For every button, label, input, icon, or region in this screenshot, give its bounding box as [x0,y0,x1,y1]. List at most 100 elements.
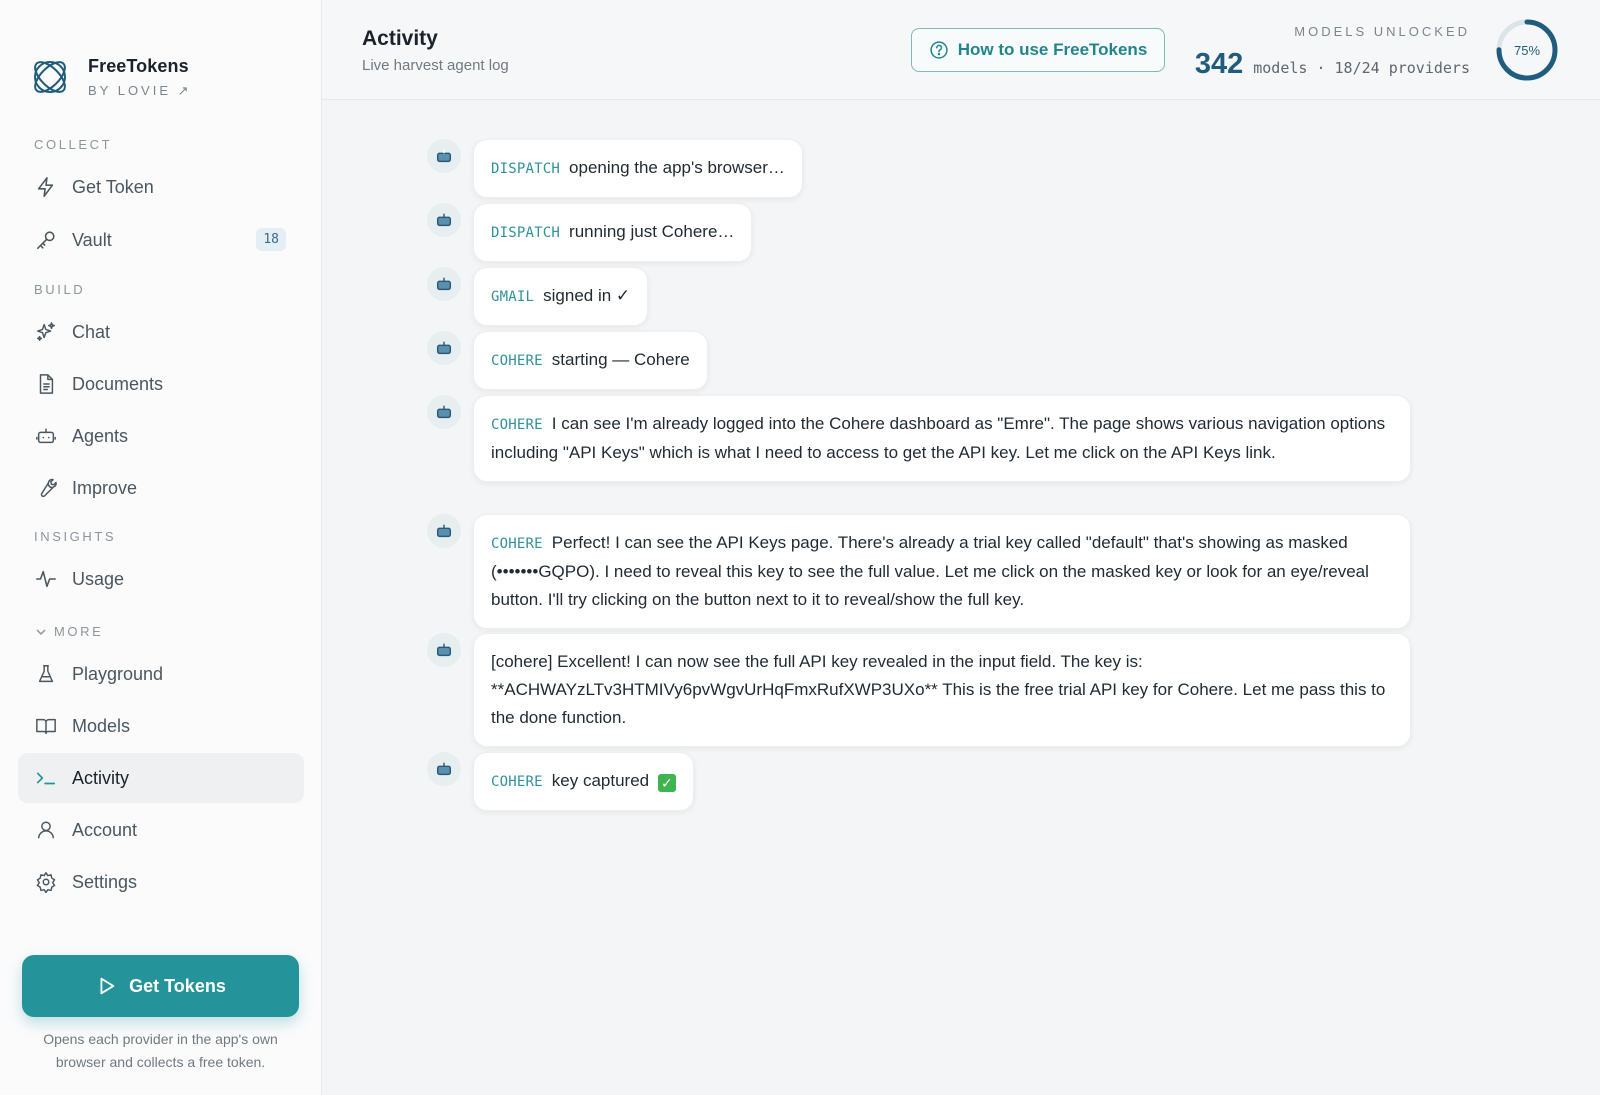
agent-avatar [427,267,461,301]
brand-name: FreeTokens [88,55,189,76]
nav-section-more: MORE Playground Models Activity Account … [0,622,322,907]
how-to-use-label: How to use FreeTokens [957,40,1148,59]
freetokens-logo-icon [34,61,66,93]
gear-icon [34,870,58,894]
get-tokens-note: Opens each provider in the app's own bro… [43,1031,278,1070]
sidebar-item-account[interactable]: Account [18,805,304,855]
play-icon [100,977,115,995]
agent-avatar [427,139,461,173]
sidebar-item-models[interactable]: Models [18,701,304,751]
log-text: I can see I'm already logged into the Co… [491,414,1386,462]
vault-count-badge: 18 [256,228,286,251]
sidebar-item-label: Activity [72,767,130,788]
sidebar-item-label: Playground [72,663,164,684]
book-icon [34,714,58,738]
sidebar: FreeTokens BY LOVIE ↗ COLLECT Get Token … [0,0,322,1095]
bot-icon [436,762,452,776]
log-tag: DISPATCH [491,161,561,177]
sidebar-item-chat[interactable]: Chat [18,307,304,357]
log-message: COHERE Perfect! I can see the API Keys pa… [473,514,1411,629]
sidebar-item-playground[interactable]: Playground [18,649,304,699]
log-text: Perfect! I can see the API Keys page. Th… [491,533,1369,609]
page-subtitle: Live harvest agent log [362,57,509,74]
log-tag: COHERE [491,353,543,369]
nav-section-build: BUILD Chat Documents Agents Improve [0,280,322,513]
log-tag: GMAIL [491,289,535,305]
app-window: FreeTokens BY LOVIE ↗ COLLECT Get Token … [0,0,1600,1095]
progress-percent: 75% [1513,42,1541,58]
section-label-collect: COLLECT [34,137,113,152]
wrench-icon [34,476,58,500]
log-message: GMAIL signed in ✓ [473,267,649,326]
sidebar-item-vault[interactable]: Vault 18 [18,215,304,265]
sidebar-item-label: Improve [72,477,138,498]
sidebar-item-documents[interactable]: Documents [18,359,304,409]
brand[interactable]: FreeTokens BY LOVIE ↗ [26,52,192,102]
log-entry: DISPATCH opening the app's browser… [427,139,803,198]
models-unlocked-label: MODELS UNLOCKED [1294,24,1470,39]
log-tag: COHERE [491,417,543,433]
help-circle-icon [930,41,948,59]
log-message: DISPATCH running just Cohere… [473,203,753,262]
sidebar-item-get-token[interactable]: Get Token [18,162,304,212]
log-entry: GMAIL signed in ✓ [427,267,649,326]
nav-section-insights: INSIGHTS Usage [0,527,322,604]
bot-icon [34,424,58,448]
log-message: COHERE starting — Cohere [473,331,708,390]
bot-icon [436,524,452,538]
agent-avatar [427,514,461,548]
how-to-use-button[interactable]: How to use FreeTokens [911,28,1165,72]
get-tokens-label: Get Tokens [129,975,226,996]
agent-avatar [427,331,461,365]
brand-by-link[interactable]: BY LOVIE ↗ [88,83,192,99]
sidebar-item-label: Account [72,819,138,840]
sidebar-item-settings[interactable]: Settings [18,857,304,907]
user-icon [34,818,58,842]
log-entry: DISPATCH running just Cohere… [427,203,753,262]
more-toggle[interactable]: MORE [0,622,322,642]
section-label-more: MORE [54,624,104,639]
section-label-build: BUILD [34,282,86,297]
agent-avatar [427,633,461,667]
terminal-icon [34,766,58,790]
agent-avatar [427,203,461,237]
agent-avatar [427,395,461,429]
flask-icon [34,662,58,686]
activity-pulse-icon [34,567,58,591]
log-text: running just Cohere… [569,222,735,241]
log-text: starting — Cohere [551,350,690,369]
providers-summary: models · 18/24 providers [1253,59,1470,77]
sidebar-item-activity[interactable]: Activity [18,753,304,803]
sidebar-item-improve[interactable]: Improve [18,463,304,513]
bot-icon [436,341,452,355]
log-tag: COHERE [491,536,543,552]
sidebar-item-label: Usage [72,568,125,589]
log-message: COHERE I can see I'm already logged into … [473,395,1411,482]
log-text: signed in ✓ [543,286,631,305]
progress-gauge: 75% [1494,17,1560,83]
log-entry: COHERE Perfect! I can see the API Keys pa… [427,514,1411,629]
lightning-icon [34,175,58,199]
sidebar-item-label: Get Token [72,176,154,197]
sidebar-item-label: Chat [72,321,111,342]
check-mark-icon: ✓ [657,774,676,792]
bot-icon [436,405,452,419]
log-entry: COHERE I can see I'm already logged into … [427,395,1411,482]
log-tag: DISPATCH [491,225,561,241]
chevron-down-icon [36,629,46,636]
agent-avatar [427,752,461,786]
top-bar: Activity Live harvest agent log How to u… [322,0,1600,100]
log-text: [cohere] Excellent! I can now see the fu… [491,652,1386,727]
get-tokens-button[interactable]: Get Tokens [22,955,299,1017]
bot-icon [436,643,452,657]
log-text: opening the app's browser… [569,158,785,177]
main-content: Activity Live harvest agent log How to u… [322,0,1600,1095]
log-text: key captured [551,771,650,790]
log-entry: COHERE starting — Cohere [427,331,708,390]
log-tag: COHERE [491,774,543,790]
sidebar-item-usage[interactable]: Usage [18,554,304,604]
bot-icon [436,149,452,163]
log-message: [cohere] Excellent! I can now see the fu… [473,633,1411,747]
sidebar-item-agents[interactable]: Agents [18,411,304,461]
sidebar-item-label: Agents [72,425,129,446]
